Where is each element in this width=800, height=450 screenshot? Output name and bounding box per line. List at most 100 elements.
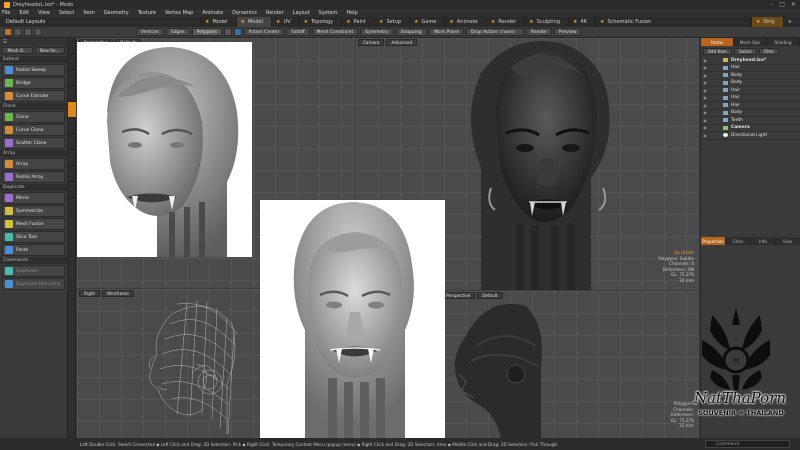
menu-render[interactable]: Render [266,10,284,16]
tool-mirror[interactable]: Mirror [2,192,65,204]
close-icon[interactable]: ✕ [791,1,796,8]
edges-button[interactable]: Edges [165,28,190,36]
tool-duplicate-hierarchy[interactable]: Duplicate Hierarchy [2,278,65,290]
item-row[interactable]: ◉ Hair [701,102,800,110]
symmetry-button[interactable]: Symmetry [360,28,394,36]
item-row[interactable]: ◉ Camera [701,125,800,132]
layout-tab-uv[interactable]: ★ UV [271,17,299,27]
select-mode-icon[interactable] [4,28,12,36]
layout-selector[interactable]: Default Layouts [0,19,200,25]
menu-system[interactable]: System [319,10,338,16]
mesh-constraint-button[interactable]: Mesh Constraint [311,28,359,36]
view-shading-select[interactable]: Advanced [386,39,418,46]
minimize-icon[interactable]: – [770,1,773,8]
tool-clone[interactable]: Clone [2,111,65,123]
menu-texture[interactable]: Texture [138,10,156,16]
item-row[interactable]: ◉ Hair [701,65,800,72]
visibility-icon[interactable]: ◉ [701,73,709,78]
menu-layout[interactable]: Layout [293,10,310,16]
menu-vertex-map[interactable]: Vertex Map [165,10,193,16]
tool-radial-array[interactable]: Radial Array [2,171,65,183]
vtab-edge[interactable] [68,150,76,166]
layout-tab-schematic-fusion[interactable]: ★ Schematic Fusion [594,17,659,27]
tool-bridge[interactable]: Bridge [2,77,65,89]
render-button[interactable]: Render [525,28,552,36]
item-row[interactable]: ◉ Hair [701,87,800,95]
new-item-button[interactable]: New Ite... [34,47,65,54]
tool-curve-clone[interactable]: Curve Clone [2,124,65,136]
work-plane-button[interactable]: Work Plane [428,28,464,36]
tool-curve-extrude[interactable]: Curve Extrude [2,90,65,102]
visibility-icon[interactable]: ◉ [701,58,709,63]
item-row[interactable]: ◉ Body [701,72,800,80]
tab-mesh-ops[interactable]: Mesh Ops [734,38,767,46]
mesh-ops-button[interactable]: Mesh O... [2,47,33,54]
view-type-select[interactable]: Right [79,290,101,297]
preview-button[interactable]: Preview [553,28,582,36]
vtab-curve[interactable] [68,86,76,102]
menu-select[interactable]: Select [59,10,74,16]
tool-paste[interactable]: Paste [2,244,65,256]
vtab-duplicate[interactable] [68,102,76,118]
tab-channels[interactable]: Chan [726,237,751,245]
falloff-button[interactable]: Falloff [286,28,310,36]
tab-info[interactable]: Info [751,237,776,245]
layout-tab-model[interactable]: ★ Model [200,17,236,27]
select-button[interactable]: Select [733,48,757,55]
vtab-vertex[interactable] [68,134,76,150]
tab-user[interactable]: User [776,237,800,245]
item-row[interactable]: ◉ Body [701,110,800,117]
visibility-icon[interactable]: ◉ [701,80,709,85]
item-row[interactable]: ◉ Teeth [701,117,800,125]
add-tab-button[interactable]: + [782,17,800,27]
auto-select-icon[interactable] [14,28,22,36]
vtab-basic[interactable] [68,38,76,54]
command-input[interactable]: Command [705,440,790,448]
vtab-deform[interactable] [68,54,76,70]
tab-shading[interactable]: Shading [767,38,800,46]
vtab-mesh-ops[interactable] [68,182,76,198]
tool-array[interactable]: Array [2,158,65,170]
layout-tab-paint[interactable]: ★ Paint [341,17,374,27]
menu-item[interactable]: Item [83,10,94,16]
item-row[interactable]: ◉ Hair [701,95,800,102]
layout-tab-sculpting[interactable]: ★ Sculpting [524,17,568,27]
tab-only[interactable]: ★ Only [750,17,783,27]
layout-tab-setup[interactable]: ★ Setup [374,17,409,27]
layout-tab-animate[interactable]: ★ Animate [444,17,485,27]
view-type-select[interactable]: Camera [358,39,385,46]
visibility-icon[interactable]: ◉ [701,88,709,93]
item-row[interactable]: ◉ Body [701,80,800,87]
tool-radial-sweep[interactable]: Radial Sweep [2,64,65,76]
snapping-button[interactable]: Snapping [395,28,427,36]
tool-duplicate[interactable]: Duplicate [2,265,65,277]
tool-scatter-clone[interactable]: Scatter Clone [2,137,65,149]
menu-geometry[interactable]: Geometry [104,10,129,16]
visibility-icon[interactable]: ◉ [701,133,709,138]
vtab-edit[interactable] [68,118,76,134]
vertices-button[interactable]: Vertices [136,28,164,36]
maximize-icon[interactable]: □ [779,1,785,8]
drop-action-select[interactable]: Drop Action: (none) [465,28,524,36]
tool-mesh-fusion[interactable]: Mesh Fusion [2,218,65,230]
menu-help[interactable]: Help [346,10,357,16]
pivot-icon[interactable] [233,28,242,36]
material-icon[interactable] [223,28,232,36]
visibility-icon[interactable]: ◉ [701,118,709,123]
item-row[interactable]: ◉ Directional Light [701,132,800,140]
layout-tab-render[interactable]: ★ Render [485,17,524,27]
tab-items[interactable]: Items [701,38,734,46]
layout-tab-game[interactable]: ★ Game [409,17,444,27]
items-mode-icon[interactable] [24,28,32,36]
section-header-array[interactable]: Array [0,150,67,157]
tool-symmetrize[interactable]: Symmetrize [2,205,65,217]
layout-tab-model[interactable]: ★ Model [235,17,271,27]
section-header-commands[interactable]: Commands [0,257,67,264]
add-item-button[interactable]: Add Item [703,48,732,55]
visibility-icon[interactable]: ◉ [701,125,709,130]
section-header-duplicate[interactable]: Duplicate [0,184,67,191]
visibility-icon[interactable]: ◉ [701,110,709,115]
vtab-uv[interactable] [68,166,76,182]
visibility-icon[interactable]: ◉ [701,95,709,100]
view-shading-select[interactable]: Wireframe [102,290,134,297]
